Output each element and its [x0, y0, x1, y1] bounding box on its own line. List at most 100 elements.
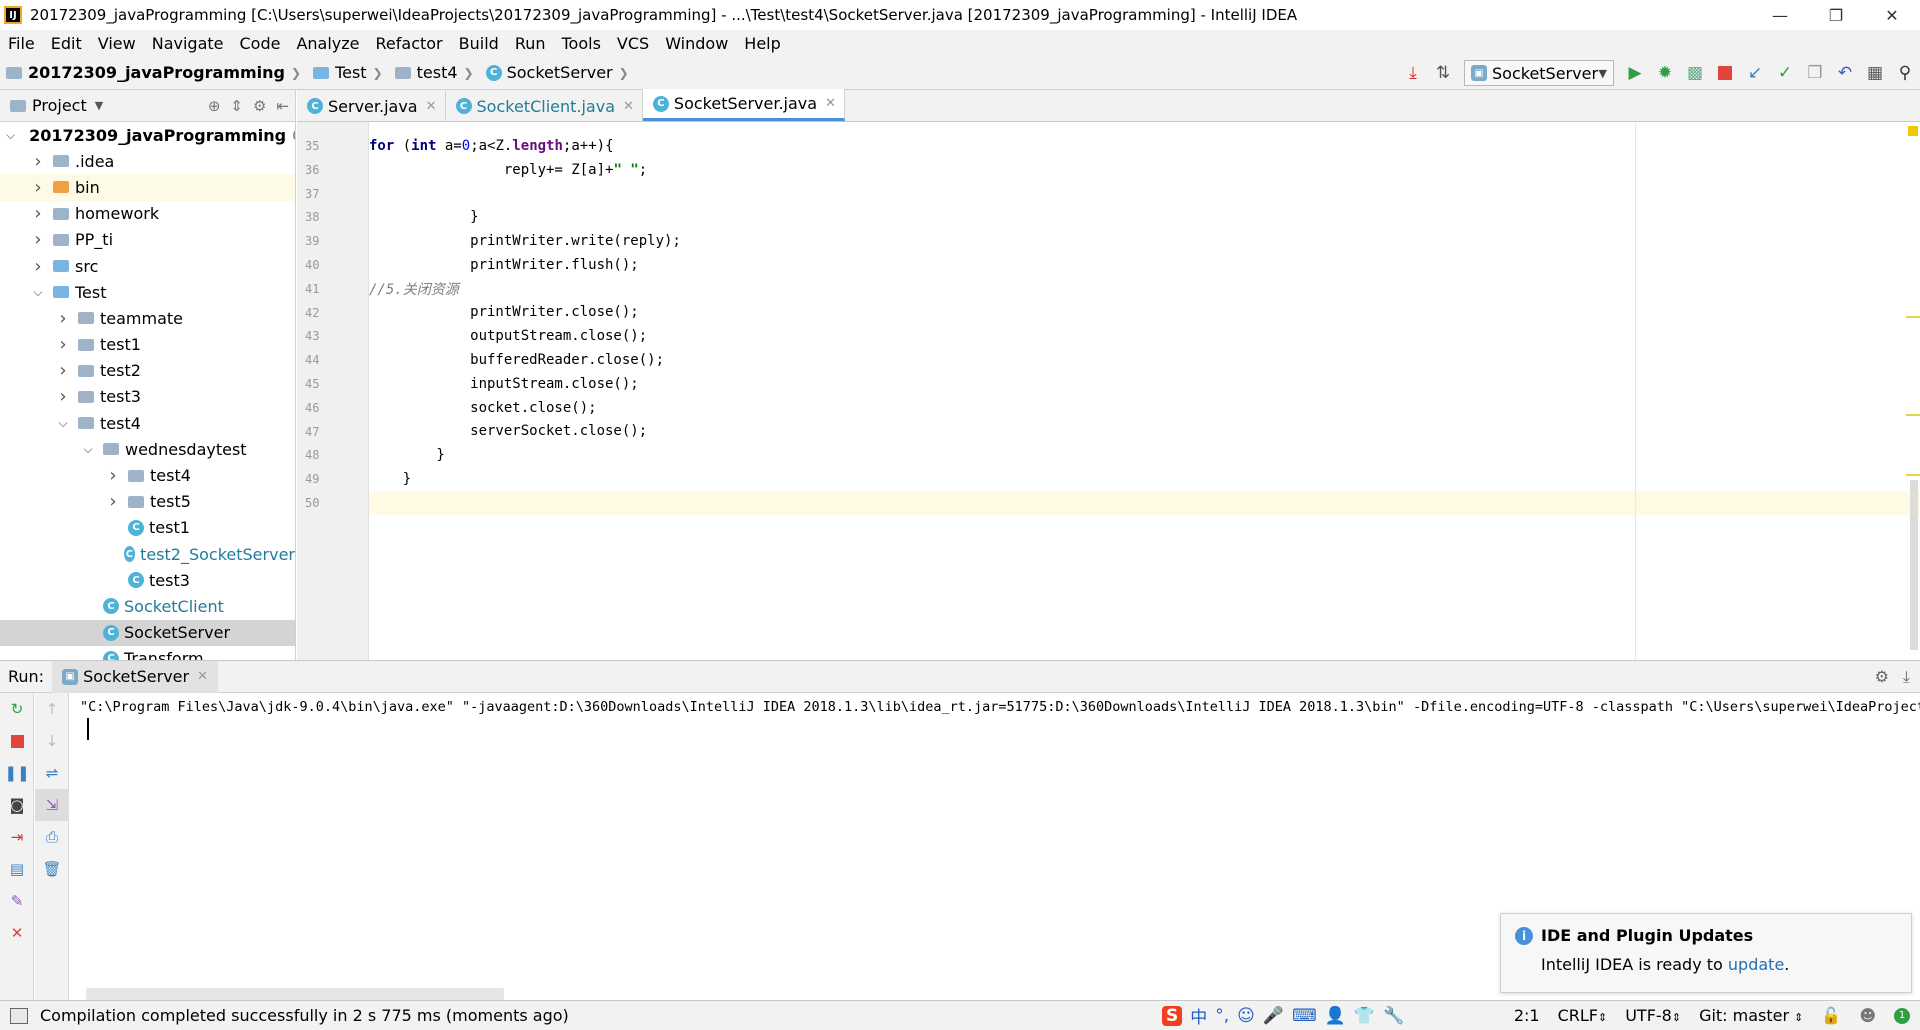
hide-panel-icon[interactable]: ⇤	[276, 97, 289, 115]
code-line[interactable]: outputStream.close();	[369, 324, 1920, 348]
tree-item[interactable]: › PP_ti	[0, 227, 295, 253]
editor-scrollbar[interactable]	[1910, 480, 1918, 650]
close-icon[interactable]: ✕	[0, 917, 34, 949]
breadcrumb-project[interactable]: 20172309_javaProgramming ❯	[0, 63, 307, 82]
ime-punctuation-toggle[interactable]: °,	[1215, 1006, 1229, 1026]
line-separator-widget[interactable]: CRLF⇕	[1558, 1006, 1608, 1025]
tree-item[interactable]: Ctest2_SocketServer	[0, 541, 295, 567]
warning-marker[interactable]	[1908, 126, 1918, 136]
code-line[interactable]	[369, 182, 1920, 206]
change-marker[interactable]	[1906, 414, 1920, 416]
menu-analyze[interactable]: Analyze	[288, 34, 367, 53]
caret-position[interactable]: 2:1	[1514, 1006, 1540, 1025]
menu-edit[interactable]: Edit	[43, 34, 90, 53]
skin-shirt-icon[interactable]: 👕	[1354, 1006, 1375, 1026]
run-icon[interactable]: ▶	[1620, 59, 1650, 87]
lock-icon[interactable]: 🔓	[1821, 1006, 1841, 1025]
tree-item[interactable]: › test3	[0, 384, 295, 410]
maximize-button[interactable]: ❐	[1808, 0, 1864, 30]
tree-item[interactable]: ⌵ test4	[0, 410, 295, 436]
tree-item[interactable]: C SocketClient	[0, 593, 295, 619]
code-line[interactable]: //5.关闭资源	[369, 277, 1920, 301]
chevron-right-icon[interactable]: ›	[106, 491, 120, 512]
sogou-logo-icon[interactable]: S	[1162, 1005, 1183, 1026]
scroll-to-end-icon[interactable]: ⇲	[35, 789, 69, 821]
menu-tools[interactable]: Tools	[554, 34, 609, 53]
user-icon[interactable]: 👤	[1325, 1006, 1346, 1026]
code-line[interactable]: for (int a= 0 ;a<Z. length ;a++){	[369, 134, 1920, 158]
chevron-down-icon[interactable]: ⌵	[56, 416, 70, 431]
project-structure-icon[interactable]: ▦	[1860, 59, 1890, 87]
code-line[interactable]: printWriter.write(reply);	[369, 229, 1920, 253]
menu-build[interactable]: Build	[451, 34, 507, 53]
exit-icon[interactable]: ⇥	[0, 821, 34, 853]
menu-code[interactable]: Code	[232, 34, 289, 53]
wrench-icon[interactable]: 🔧	[1383, 1006, 1404, 1026]
console-output[interactable]: "C:\Program Files\Java\jdk-9.0.4\bin\jav…	[80, 699, 1920, 715]
code-line[interactable]: }	[369, 205, 1920, 229]
chevron-down-icon[interactable]: ⌵	[81, 442, 95, 457]
tree-item[interactable]: ⌵ Test	[0, 279, 295, 305]
tree-item[interactable]: › test4	[0, 462, 295, 488]
console-horizontal-scrollbar[interactable]	[86, 988, 504, 1000]
collapse-all-icon[interactable]: ⇕	[230, 97, 243, 115]
chevron-down-icon[interactable]: ▼	[95, 99, 103, 112]
menu-navigate[interactable]: Navigate	[144, 34, 232, 53]
rerun-icon[interactable]: ↻	[0, 693, 34, 725]
menu-refactor[interactable]: Refactor	[368, 34, 451, 53]
close-icon[interactable]: ✕	[197, 669, 208, 684]
menu-vcs[interactable]: VCS	[609, 34, 657, 53]
menu-run[interactable]: Run	[507, 34, 554, 53]
minimize-panel-icon[interactable]: ⤓	[1903, 667, 1910, 687]
scroll-down-icon[interactable]: ↓	[35, 725, 69, 757]
project-panel-title[interactable]: Project	[32, 96, 87, 115]
tree-item[interactable]: ⌵ 20172309_javaProgramming C:\	[0, 122, 295, 148]
tree-item[interactable]: › .idea	[0, 148, 295, 174]
stop-icon[interactable]	[1710, 59, 1740, 87]
run-configuration-select[interactable]: ▣ SocketServer ▼	[1464, 60, 1614, 86]
menu-help[interactable]: Help	[736, 34, 788, 53]
layout-icon[interactable]: ▤	[0, 853, 34, 885]
close-tab-icon[interactable]: ✕	[623, 99, 634, 114]
vcs-revert-icon[interactable]: ↶	[1830, 59, 1860, 87]
code-line[interactable]: printWriter.close();	[369, 301, 1920, 325]
code-line[interactable]: inputStream.close();	[369, 372, 1920, 396]
soft-wrap-icon[interactable]: ⇌	[35, 757, 69, 789]
code-line[interactable]: socket.close();	[369, 396, 1920, 420]
pin-icon[interactable]: ✎	[0, 885, 34, 917]
gear-icon[interactable]: ⚙	[253, 97, 266, 115]
code-line[interactable]: serverSocket.close();	[369, 420, 1920, 444]
tree-item[interactable]: › test1	[0, 332, 295, 358]
microphone-icon[interactable]: 🎤	[1263, 1006, 1284, 1026]
close-tab-icon[interactable]: ✕	[825, 96, 836, 111]
close-tab-icon[interactable]: ✕	[426, 99, 437, 114]
menu-window[interactable]: Window	[657, 34, 736, 53]
code-line[interactable]: }	[369, 467, 1920, 491]
tree-item[interactable]: › test2	[0, 358, 295, 384]
tree-item[interactable]: Ctest3	[0, 567, 295, 593]
scroll-up-icon[interactable]: ↑	[35, 693, 69, 725]
code-line[interactable]: }	[369, 443, 1920, 467]
vcs-compare-icon[interactable]: ❒	[1800, 59, 1830, 87]
code-line[interactable]: printWriter.flush();	[369, 253, 1920, 277]
vcs-update-icon[interactable]: ↙	[1740, 59, 1770, 87]
close-window-button[interactable]: ✕	[1864, 0, 1920, 30]
tree-item[interactable]: › bin	[0, 174, 295, 201]
debug-icon[interactable]: ✹	[1650, 59, 1680, 87]
tree-item[interactable]: › homework	[0, 201, 295, 227]
keyboard-icon[interactable]: ⌨	[1292, 1006, 1317, 1026]
tree-item[interactable]: C Transform	[0, 646, 295, 660]
tree-item[interactable]: C SocketServer	[0, 619, 295, 646]
tree-item[interactable]: Ctest1	[0, 515, 295, 541]
code-line[interactable]: reply+= Z[a]+ " ";	[369, 158, 1920, 182]
tree-item[interactable]: › test5	[0, 489, 295, 515]
chevron-right-icon[interactable]: ›	[31, 229, 45, 250]
code-line[interactable]: bufferedReader.close();	[369, 348, 1920, 372]
menu-file[interactable]: File	[0, 34, 43, 53]
coverage-icon[interactable]: ▩	[1680, 59, 1710, 87]
breadcrumb-test[interactable]: Test ❯	[307, 63, 389, 82]
update-link[interactable]: update	[1728, 955, 1784, 974]
tree-item[interactable]: ⌵ wednesdaytest	[0, 436, 295, 462]
chevron-right-icon[interactable]: ›	[31, 256, 45, 277]
locate-icon[interactable]: ⊕	[208, 97, 221, 115]
